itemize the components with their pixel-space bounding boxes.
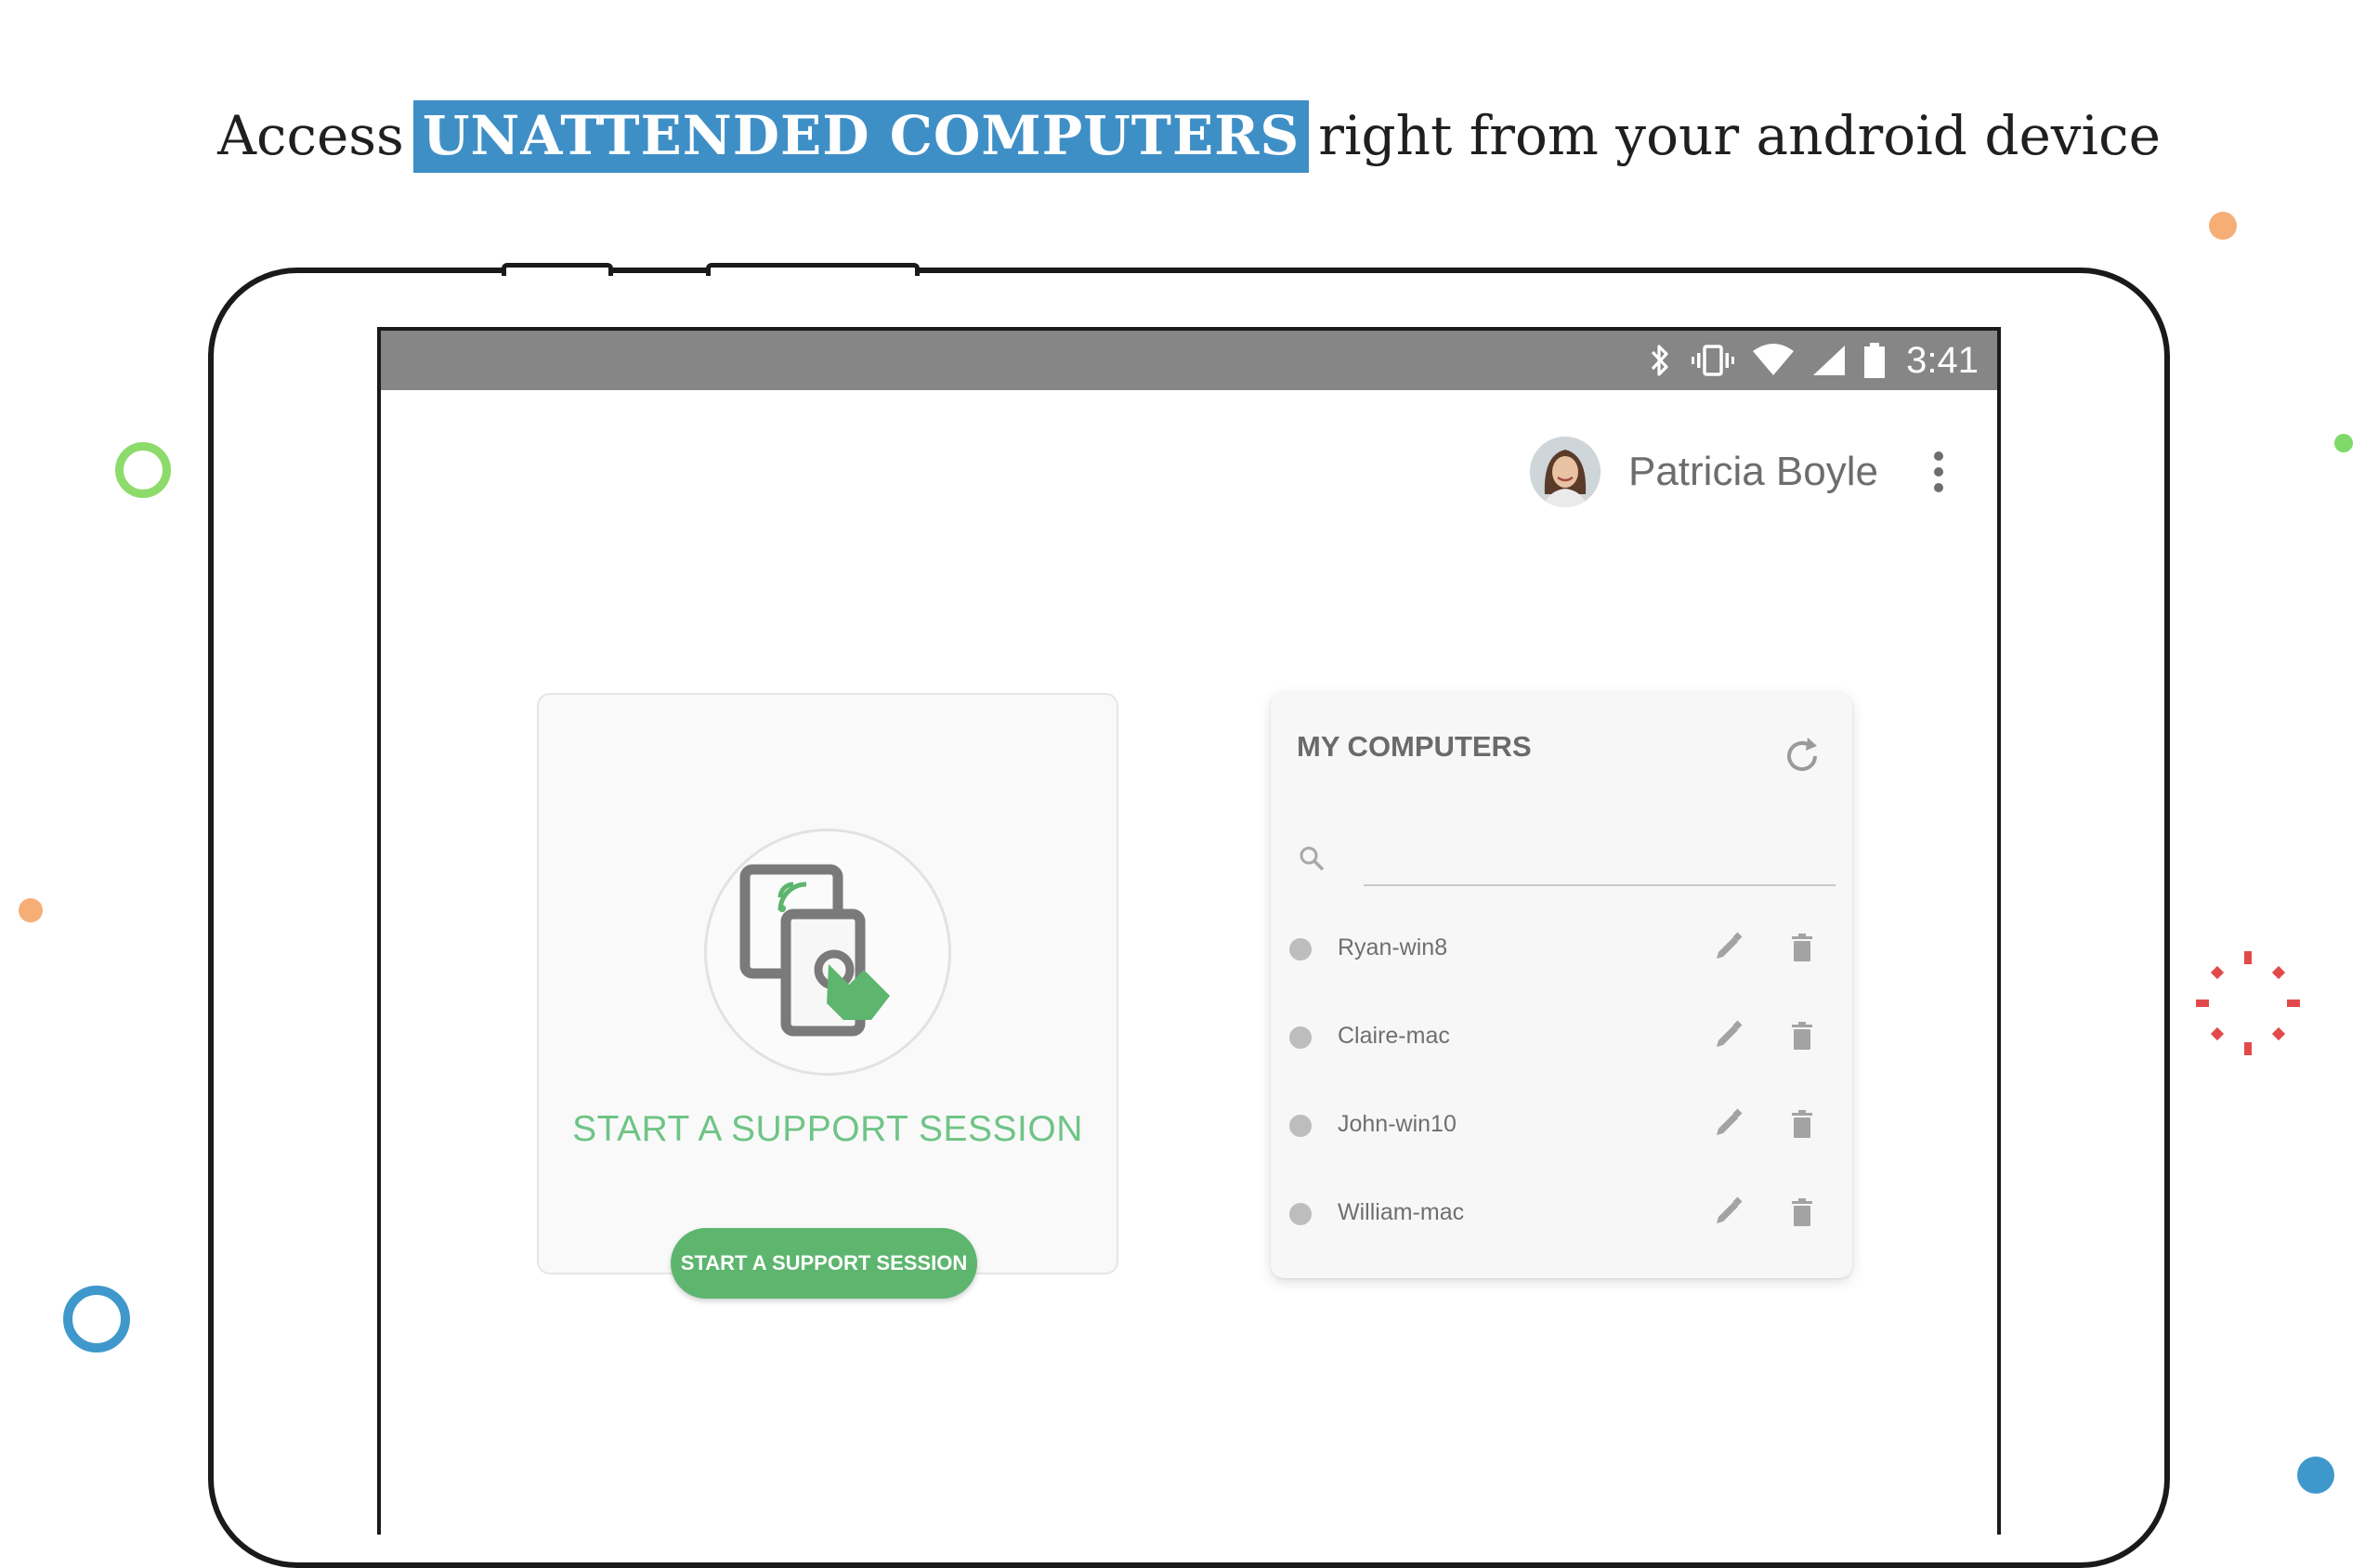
deco-green-dot	[2334, 434, 2353, 452]
deco-orange-dot	[2209, 212, 2237, 240]
list-item[interactable]: William-mac	[1271, 1171, 1852, 1260]
battery-icon	[1864, 343, 1886, 378]
support-session-card[interactable]: START A SUPPORT SESSION	[537, 693, 1118, 1274]
deco-blue-dot	[2297, 1457, 2334, 1494]
cell-signal-icon	[1813, 346, 1846, 375]
list-item[interactable]: Ryan-win8	[1271, 907, 1852, 995]
deco-orange-dot-left	[19, 898, 43, 922]
edit-icon[interactable]	[1709, 929, 1746, 966]
edit-icon[interactable]	[1709, 1194, 1746, 1231]
list-item[interactable]: Claire-mac	[1271, 995, 1852, 1083]
headline-highlight: UNATTENDED COMPUTERS	[412, 100, 1310, 173]
delete-icon[interactable]	[1784, 1194, 1821, 1231]
search-row	[1297, 830, 1836, 886]
bluetooth-icon	[1651, 345, 1668, 376]
start-support-session-button[interactable]: START A SUPPORT SESSION	[671, 1228, 977, 1299]
status-dot	[1289, 938, 1312, 960]
vibrate-icon	[1692, 345, 1735, 376]
user-bar: Patricia Boyle	[1529, 437, 1953, 507]
status-time: 3:41	[1906, 339, 1979, 381]
more-vertical-icon[interactable]	[1925, 446, 1953, 498]
tablet-side-button	[706, 263, 920, 276]
search-input[interactable]	[1364, 830, 1836, 882]
edit-icon[interactable]	[1709, 1017, 1746, 1054]
search-icon	[1300, 846, 1325, 871]
wifi-icon	[1753, 344, 1795, 375]
delete-icon[interactable]	[1784, 929, 1821, 966]
remote-touch-icon	[739, 864, 890, 1037]
tablet-side-button	[502, 263, 613, 276]
headline-prefix: Access	[217, 104, 404, 167]
search-underline	[1364, 884, 1836, 886]
status-dot	[1289, 1026, 1312, 1049]
my-computers-title: MY COMPUTERS	[1297, 730, 1532, 763]
status-bar: 3:41	[381, 331, 1997, 390]
computer-name: Claire-mac	[1338, 1023, 1450, 1049]
headline-suffix: right from your android device	[1318, 104, 2161, 167]
tablet-screen: 3:41 Patricia Boyle START A SUPPORT SESS…	[377, 327, 2001, 1535]
support-title: START A SUPPORT SESSION	[572, 1109, 1083, 1149]
deco-green-ring	[115, 442, 171, 498]
status-dot	[1289, 1115, 1312, 1137]
computer-name: John-win10	[1338, 1111, 1457, 1137]
status-dot	[1289, 1203, 1312, 1225]
avatar[interactable]	[1529, 437, 1601, 507]
user-name: Patricia Boyle	[1627, 449, 1878, 494]
promo-headline: Access UNATTENDED COMPUTERS right from you…	[0, 100, 2378, 173]
refresh-icon[interactable]	[1780, 734, 1824, 778]
computers-list: Ryan-win8 Claire-mac John-win10 William-…	[1271, 907, 1852, 1260]
avatar-image	[1529, 437, 1601, 507]
my-computers-card: MY COMPUTERS Ryan-win8 Claire-mac John-w…	[1271, 693, 1852, 1278]
delete-icon[interactable]	[1784, 1017, 1821, 1054]
computer-name: William-mac	[1338, 1199, 1465, 1225]
list-item[interactable]: John-win10	[1271, 1083, 1852, 1171]
deco-red-burst	[2196, 951, 2300, 1055]
support-illustration-circle	[704, 829, 951, 1076]
edit-icon[interactable]	[1709, 1105, 1746, 1143]
delete-icon[interactable]	[1784, 1105, 1821, 1143]
computer-name: Ryan-win8	[1338, 934, 1448, 960]
deco-blue-ring	[63, 1286, 130, 1352]
